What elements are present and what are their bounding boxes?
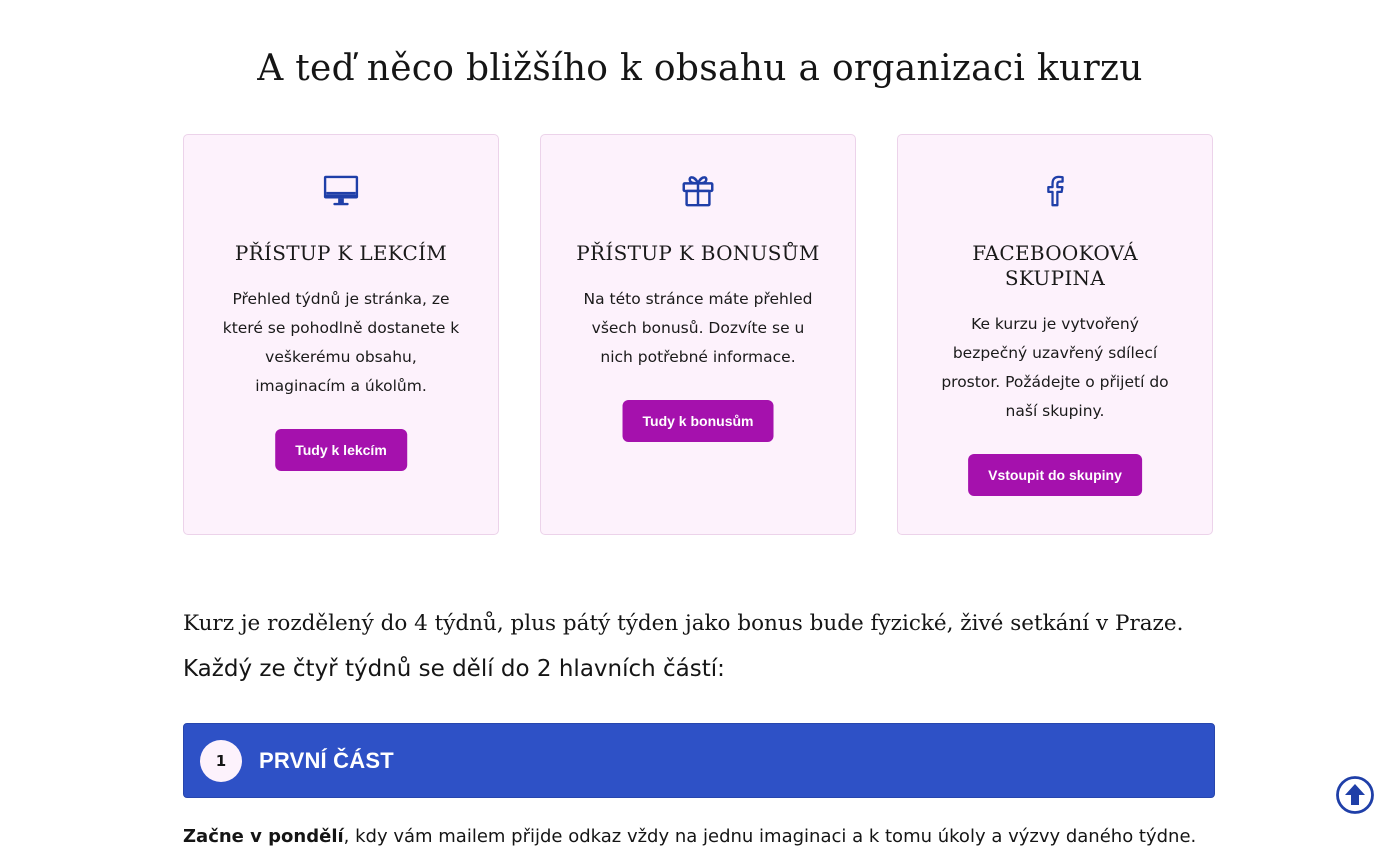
card-lessons: PŘÍSTUP K LEKCÍM Přehled týdnů je stránk…	[183, 134, 499, 535]
card-text: Přehled týdnů je stránka, ze které se po…	[222, 290, 460, 395]
accordion-title: PRVNÍ ČÁST	[259, 747, 394, 773]
card-title: FACEBOOKOVÁ SKUPINA	[972, 241, 1138, 290]
first-part-description: Začne v pondělí, kdy vám mailem přijde o…	[183, 826, 1196, 847]
scroll-to-top-button[interactable]	[1335, 775, 1375, 815]
page-title: A teď něco bližšího k obsahu a organizac…	[257, 48, 1143, 89]
bonuses-button[interactable]: Tudy k bonusům	[622, 400, 774, 442]
first-part-details: , kdy vám mailem přijde odkaz vždy na je…	[343, 826, 1197, 847]
first-part-start-day: Začne v pondělí	[183, 826, 344, 847]
join-group-button[interactable]: Vstoupit do skupiny	[968, 454, 1142, 496]
lessons-button[interactable]: Tudy k lekcím	[275, 429, 407, 471]
course-intro: Kurz je rozdělený do 4 týdnů, plus pátý …	[183, 611, 1184, 636]
facebook-icon	[898, 171, 1212, 211]
card-text: Ke kurzu je vytvořený bezpečný uzavřený …	[941, 315, 1169, 420]
arrow-up-circle-icon	[1336, 776, 1374, 814]
feature-cards: PŘÍSTUP K LEKCÍM Přehled týdnů je stránk…	[183, 134, 1214, 535]
card-title: PŘÍSTUP K BONUSŮM	[576, 241, 820, 265]
gift-icon	[541, 171, 855, 211]
step-number-badge: 1	[200, 739, 242, 782]
monitor-icon	[184, 171, 498, 211]
card-text: Na této stránce máte přehled všech bonus…	[583, 290, 813, 366]
accordion-first-part[interactable]: 1 PRVNÍ ČÁST	[183, 723, 1215, 798]
course-split-info: Každý ze čtyř týdnů se dělí do 2 hlavníc…	[183, 656, 725, 682]
card-title: PŘÍSTUP K LEKCÍM	[234, 241, 448, 265]
card-facebook-group: FACEBOOKOVÁ SKUPINA Ke kurzu je vytvořen…	[897, 134, 1213, 535]
card-bonuses: PŘÍSTUP K BONUSŮM Na této stránce máte p…	[540, 134, 856, 535]
